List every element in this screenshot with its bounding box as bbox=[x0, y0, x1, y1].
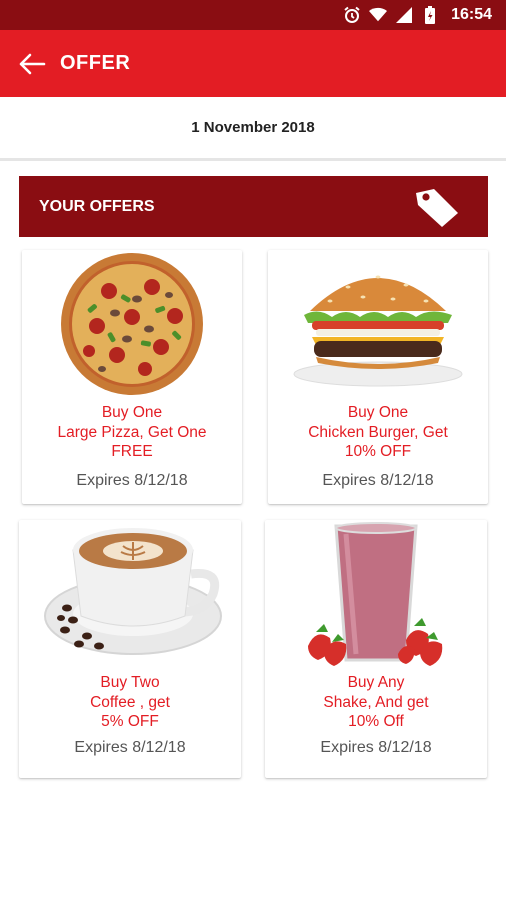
offer-line-3: 10% OFF bbox=[344, 443, 412, 460]
offer-line-1: Buy One bbox=[347, 404, 409, 421]
offer-line-3: FREE bbox=[111, 443, 153, 460]
expiry-date: Expires 8/12/18 bbox=[76, 472, 188, 489]
tag-icon bbox=[416, 188, 458, 227]
expiry-date: Expires 8/12/18 bbox=[322, 472, 434, 489]
offer-card-pizza[interactable]: Buy One Large Pizza, Get One FREE Expire… bbox=[22, 250, 242, 504]
offer-line-3: 10% Off bbox=[348, 713, 404, 730]
offer-line-2: Large Pizza, Get One bbox=[57, 423, 207, 441]
offer-line-2: Coffee , get bbox=[90, 693, 170, 711]
expiry-date: Expires 8/12/18 bbox=[320, 739, 432, 756]
status-time: 16:54 bbox=[451, 6, 492, 23]
burger-image bbox=[268, 250, 488, 398]
app-bar: OFFER bbox=[0, 30, 506, 97]
shake-image bbox=[265, 520, 487, 668]
offers-header: YOUR OFFERS bbox=[19, 176, 488, 237]
page-title: OFFER bbox=[60, 52, 131, 74]
offer-text: Buy One Large Pizza, Get One FREE bbox=[22, 403, 242, 462]
offer-line-1: Buy Two bbox=[100, 674, 160, 691]
expiry-date: Expires 8/12/18 bbox=[74, 739, 186, 756]
offer-text: Buy One Chicken Burger, Get 10% OFF bbox=[268, 403, 488, 462]
offer-line-2: Shake, And get bbox=[323, 693, 429, 711]
coffee-image bbox=[19, 520, 241, 668]
signal-icon bbox=[395, 6, 413, 24]
alarm-icon bbox=[343, 6, 361, 24]
offer-text: Buy Any Shake, And get 10% Off bbox=[265, 673, 487, 732]
offer-line-3: 5% OFF bbox=[101, 713, 159, 730]
wifi-icon bbox=[369, 6, 388, 24]
date-label: 1 November 2018 bbox=[0, 97, 506, 161]
offer-text: Buy Two Coffee , get 5% OFF bbox=[19, 673, 241, 732]
offer-card-burger[interactable]: Buy One Chicken Burger, Get 10% OFF Expi… bbox=[268, 250, 488, 504]
pizza-image bbox=[22, 250, 242, 398]
offer-line-1: Buy One bbox=[101, 404, 163, 421]
offer-line-1: Buy Any bbox=[347, 674, 405, 691]
offers-header-title: YOUR OFFERS bbox=[39, 197, 155, 215]
offer-card-coffee[interactable]: Buy Two Coffee , get 5% OFF Expires 8/12… bbox=[19, 520, 241, 778]
status-bar: 16:54 bbox=[0, 0, 506, 30]
offer-line-2: Chicken Burger, Get bbox=[308, 423, 448, 441]
battery-icon bbox=[421, 6, 439, 24]
back-button[interactable] bbox=[4, 36, 60, 92]
arrow-left-icon bbox=[19, 53, 46, 74]
offer-card-shake[interactable]: Buy Any Shake, And get 10% Off Expires 8… bbox=[265, 520, 487, 778]
